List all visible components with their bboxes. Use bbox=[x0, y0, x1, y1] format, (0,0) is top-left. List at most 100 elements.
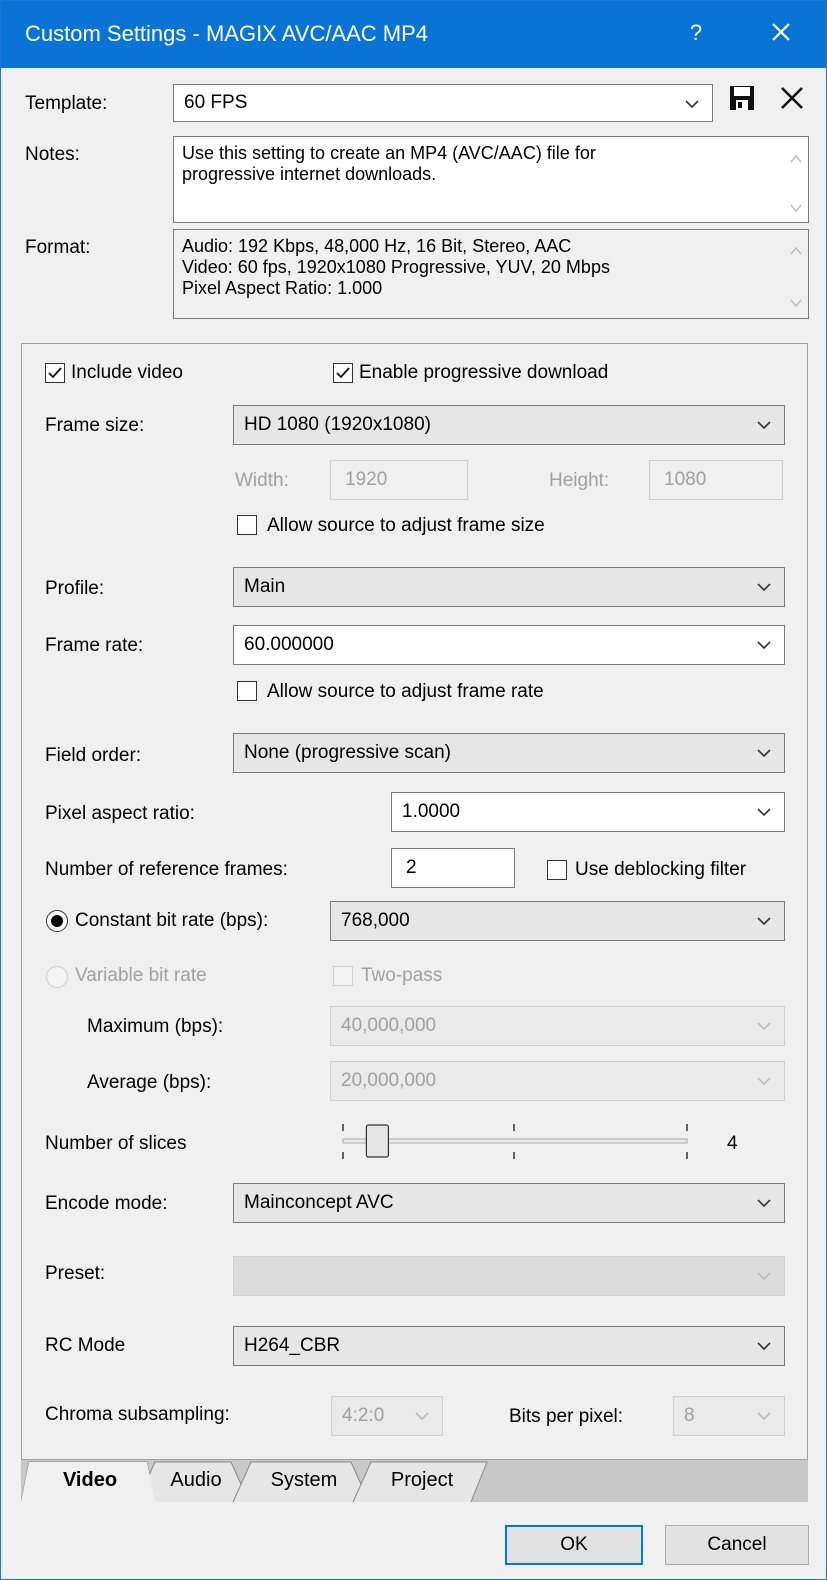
allow-frame-size-label: Allow source to adjust frame size bbox=[267, 515, 545, 536]
format-line-2: Video: 60 fps, 1920x1080 Progressive, YU… bbox=[182, 257, 610, 277]
format-line-1: Audio: 192 Kbps, 48,000 Hz, 16 Bit, Ster… bbox=[182, 236, 572, 256]
floppy-disk-icon bbox=[730, 86, 754, 110]
chevron-down-icon bbox=[757, 917, 771, 926]
frame-size-label: Frame size: bbox=[45, 415, 145, 436]
tab-system[interactable]: System bbox=[249, 1460, 359, 1502]
tab-strip: Video Audio System Project bbox=[21, 1460, 808, 1502]
checkmark-icon bbox=[336, 367, 350, 379]
notes-textarea[interactable]: Use this setting to create an MP4 (AVC/A… bbox=[173, 136, 809, 223]
encode-mode-label: Encode mode: bbox=[45, 1193, 168, 1214]
notes-scrollbar[interactable] bbox=[784, 137, 808, 222]
average-value: 20,000,000 bbox=[341, 1070, 437, 1091]
cbr-value: 768,000 bbox=[341, 910, 410, 931]
slices-slider[interactable] bbox=[331, 1119, 701, 1165]
pixel-aspect-value: 1.0000 bbox=[402, 801, 461, 822]
slices-label: Number of slices bbox=[45, 1133, 187, 1154]
width-label: Width: bbox=[235, 470, 289, 491]
average-combo[interactable]: 20,000,000 bbox=[330, 1061, 785, 1101]
frame-rate-combo[interactable]: 60.000000 bbox=[233, 625, 785, 665]
slices-value: 4 bbox=[727, 1133, 738, 1154]
preset-label: Preset: bbox=[45, 1263, 106, 1284]
help-button[interactable]: ? bbox=[681, 15, 711, 51]
ref-frames-label: Number of reference frames: bbox=[45, 859, 288, 880]
profile-combo[interactable]: Main bbox=[233, 567, 785, 607]
dialog-window: Custom Settings - MAGIX AVC/AAC MP4 ? Te… bbox=[0, 0, 827, 1580]
encode-mode-combo[interactable]: Mainconcept AVC bbox=[233, 1183, 785, 1223]
chevron-down-icon bbox=[757, 1342, 771, 1351]
tab-project[interactable]: Project bbox=[367, 1460, 477, 1502]
ok-button[interactable]: OK bbox=[505, 1525, 643, 1565]
rc-mode-label: RC Mode bbox=[45, 1335, 126, 1356]
tab-video[interactable]: Video bbox=[31, 1460, 149, 1502]
encode-mode-value: Mainconcept AVC bbox=[244, 1192, 394, 1213]
include-video-checkbox[interactable] bbox=[45, 363, 65, 383]
cbr-combo[interactable]: 768,000 bbox=[330, 901, 785, 941]
chevron-down-icon bbox=[757, 1022, 771, 1031]
vbr-radio[interactable] bbox=[46, 966, 68, 988]
tab-audio[interactable]: Audio bbox=[151, 1460, 241, 1502]
bpp-label: Bits per pixel: bbox=[509, 1406, 624, 1427]
cbr-radio[interactable] bbox=[46, 910, 68, 932]
format-textarea: Audio: 192 Kbps, 48,000 Hz, 16 Bit, Ster… bbox=[173, 229, 809, 319]
deblocking-checkbox[interactable] bbox=[547, 860, 567, 880]
chroma-label: Chroma subsampling: bbox=[45, 1404, 230, 1425]
pixel-aspect-combo[interactable]: 1.0000 bbox=[391, 792, 785, 832]
deblocking-label: Use deblocking filter bbox=[575, 859, 747, 880]
close-button[interactable] bbox=[761, 15, 801, 51]
chevron-down-icon bbox=[757, 1272, 771, 1281]
chevron-down-icon bbox=[757, 641, 771, 650]
slider-thumb[interactable] bbox=[365, 1124, 390, 1158]
field-order-combo[interactable]: None (progressive scan) bbox=[233, 733, 785, 773]
rc-mode-value: H264_CBR bbox=[244, 1335, 341, 1356]
allow-frame-rate-checkbox[interactable] bbox=[237, 681, 257, 701]
format-line-3: Pixel Aspect Ratio: 1.000 bbox=[182, 278, 383, 298]
profile-label: Profile: bbox=[45, 578, 105, 599]
chevron-down-icon bbox=[415, 1412, 429, 1421]
format-scrollbar[interactable] bbox=[784, 230, 808, 318]
chevron-down-icon bbox=[757, 749, 771, 758]
chevron-down-icon bbox=[757, 1199, 771, 1208]
chevron-down-icon bbox=[757, 808, 771, 817]
include-video-label: Include video bbox=[71, 362, 183, 383]
chevron-down-icon bbox=[757, 1077, 771, 1086]
chevron-down-icon bbox=[757, 583, 771, 592]
close-icon bbox=[772, 23, 790, 41]
window-title: Custom Settings - MAGIX AVC/AAC MP4 bbox=[25, 21, 429, 46]
rc-mode-combo[interactable]: H264_CBR bbox=[233, 1326, 785, 1366]
width-value: 1920 bbox=[345, 469, 388, 490]
progressive-download-label: Enable progressive download bbox=[359, 362, 609, 383]
template-label: Template: bbox=[25, 93, 108, 114]
template-combo[interactable]: 60 FPS bbox=[173, 84, 713, 122]
frame-rate-value: 60.000000 bbox=[244, 634, 334, 655]
chevron-down-icon bbox=[685, 100, 699, 109]
field-order-value: None (progressive scan) bbox=[244, 742, 451, 763]
bpp-value: 8 bbox=[684, 1405, 695, 1426]
frame-size-combo[interactable]: HD 1080 (1920x1080) bbox=[233, 405, 785, 445]
allow-frame-size-checkbox[interactable] bbox=[237, 515, 257, 535]
two-pass-checkbox[interactable] bbox=[333, 966, 353, 986]
maximum-combo[interactable]: 40,000,000 bbox=[330, 1006, 785, 1046]
title-bar[interactable]: Custom Settings - MAGIX AVC/AAC MP4 ? bbox=[1, 1, 826, 68]
height-value: 1080 bbox=[664, 469, 707, 490]
save-template-button[interactable] bbox=[729, 85, 757, 113]
cancel-button[interactable]: Cancel bbox=[665, 1525, 809, 1565]
chroma-combo[interactable]: 4:2:0 bbox=[331, 1396, 443, 1436]
bpp-combo[interactable]: 8 bbox=[673, 1396, 785, 1436]
progressive-download-checkbox[interactable] bbox=[333, 363, 353, 383]
allow-frame-rate-label: Allow source to adjust frame rate bbox=[267, 681, 544, 702]
delete-template-button[interactable] bbox=[777, 83, 807, 113]
cbr-label: Constant bit rate (bps): bbox=[75, 910, 269, 931]
preset-combo[interactable] bbox=[233, 1256, 785, 1296]
template-value: 60 FPS bbox=[184, 92, 248, 113]
profile-value: Main bbox=[244, 576, 286, 597]
radio-dot bbox=[51, 915, 63, 927]
ref-frames-value: 2 bbox=[406, 857, 417, 878]
ref-frames-input[interactable]: 2 bbox=[391, 848, 515, 888]
width-input[interactable]: 1920 bbox=[330, 460, 468, 500]
format-label: Format: bbox=[25, 237, 91, 258]
chroma-value: 4:2:0 bbox=[342, 1405, 385, 1426]
average-label: Average (bps): bbox=[87, 1072, 212, 1093]
maximum-label: Maximum (bps): bbox=[87, 1016, 224, 1037]
pixel-aspect-label: Pixel aspect ratio: bbox=[45, 803, 195, 824]
height-input[interactable]: 1080 bbox=[649, 460, 783, 500]
